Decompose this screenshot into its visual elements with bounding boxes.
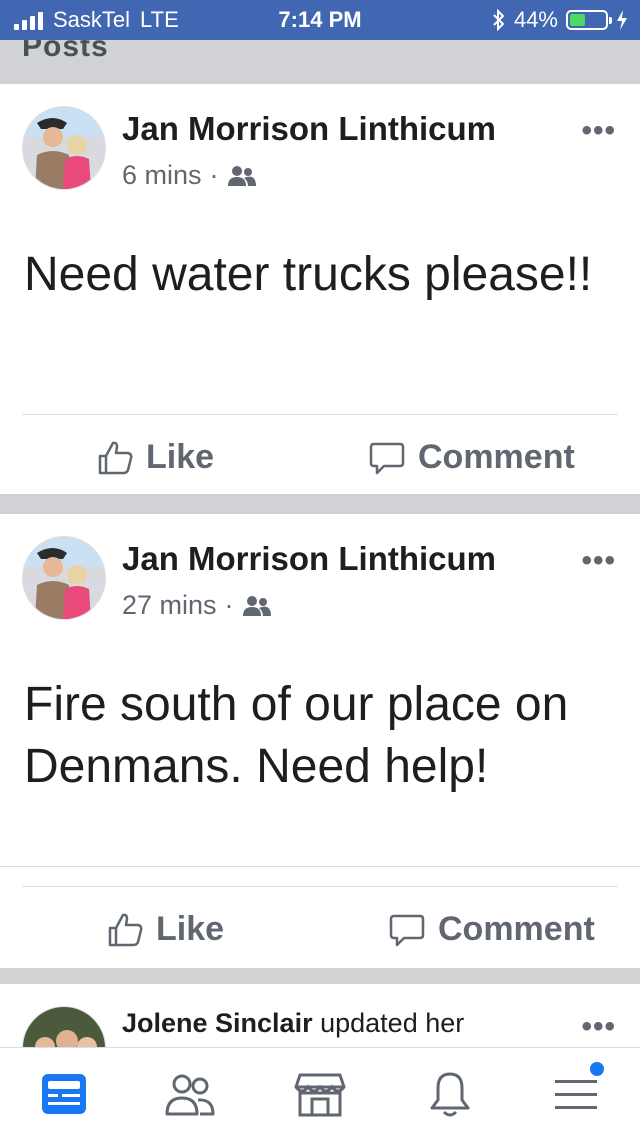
feed-separator [0, 968, 640, 984]
post-card: Jan Morrison Linthicum 6 mins · ••• Need… [0, 84, 640, 494]
feed-separator [0, 494, 640, 514]
post-author[interactable]: Jan Morrison Linthicum [122, 540, 496, 578]
post-text-clip: Fire south of our place on Denmans. Need… [0, 664, 640, 850]
comment-icon [389, 914, 425, 946]
news-feed-tab[interactable] [34, 1066, 94, 1122]
comment-button[interactable]: Comment [388, 910, 595, 949]
like-button[interactable]: Like [96, 438, 214, 477]
group-icon [242, 595, 271, 616]
post-options-button[interactable]: ••• [581, 1010, 616, 1044]
like-label: Like [156, 910, 225, 948]
like-button[interactable]: Like [106, 910, 224, 949]
bottom-tab-bar [0, 1047, 640, 1136]
news-feed-icon [42, 1074, 86, 1114]
comment-button[interactable]: Comment [368, 438, 575, 477]
thumbs-up-icon [98, 441, 133, 474]
thumbs-up-icon [108, 913, 143, 946]
bluetooth-icon [493, 9, 505, 31]
battery-percent: 44% [513, 7, 558, 32]
post-action-text: updated her [320, 1008, 465, 1038]
comment-icon [369, 442, 405, 474]
friends-tab[interactable] [160, 1066, 220, 1122]
post-options-button[interactable]: ••• [581, 544, 616, 578]
menu-tab[interactable] [546, 1062, 606, 1122]
post-card: Jolene Sinclair updated her ••• [0, 984, 640, 1048]
marketplace-icon [294, 1073, 346, 1117]
battery-icon [566, 10, 612, 30]
avatar[interactable] [22, 106, 106, 190]
post-timestamp[interactable]: 6 mins [122, 160, 202, 191]
section-title: Posts [22, 40, 109, 63]
meta-separator: · [209, 160, 219, 190]
post-author[interactable]: Jolene Sinclair [122, 1008, 313, 1038]
post-author[interactable]: Jan Morrison Linthicum [122, 110, 496, 148]
post-card: Jan Morrison Linthicum 27 mins · ••• Fir… [0, 514, 640, 968]
comment-label: Comment [438, 910, 595, 948]
post-text-fade-edge [0, 866, 640, 867]
group-icon [227, 165, 256, 186]
post-meta: 27 mins · [122, 590, 272, 621]
avatar[interactable] [22, 1006, 106, 1048]
post-divider [22, 414, 618, 415]
posts-section-header: Posts [0, 40, 640, 84]
post-meta: 6 mins · [122, 160, 257, 191]
meta-separator: · [224, 590, 234, 620]
status-bar: SaskTel LTE 7:14 PM 44% [0, 0, 640, 40]
menu-notification-dot [590, 1062, 604, 1076]
post-timestamp[interactable]: 27 mins [122, 590, 217, 621]
friends-icon [165, 1074, 215, 1116]
post-options-button[interactable]: ••• [581, 114, 616, 148]
post-text: Fire south of our place on Denmans. Need… [24, 678, 569, 793]
post-header-line: Jolene Sinclair updated her [122, 1008, 464, 1039]
notifications-icon [430, 1072, 470, 1117]
marketplace-tab[interactable] [290, 1066, 350, 1122]
notifications-tab[interactable] [420, 1066, 480, 1122]
post-text: Need water trucks please!! [24, 248, 593, 301]
charging-bolt-icon [617, 10, 627, 30]
avatar[interactable] [22, 536, 106, 620]
like-label: Like [146, 438, 215, 476]
menu-icon [555, 1080, 597, 1109]
post-divider [22, 886, 618, 887]
comment-label: Comment [418, 438, 575, 476]
